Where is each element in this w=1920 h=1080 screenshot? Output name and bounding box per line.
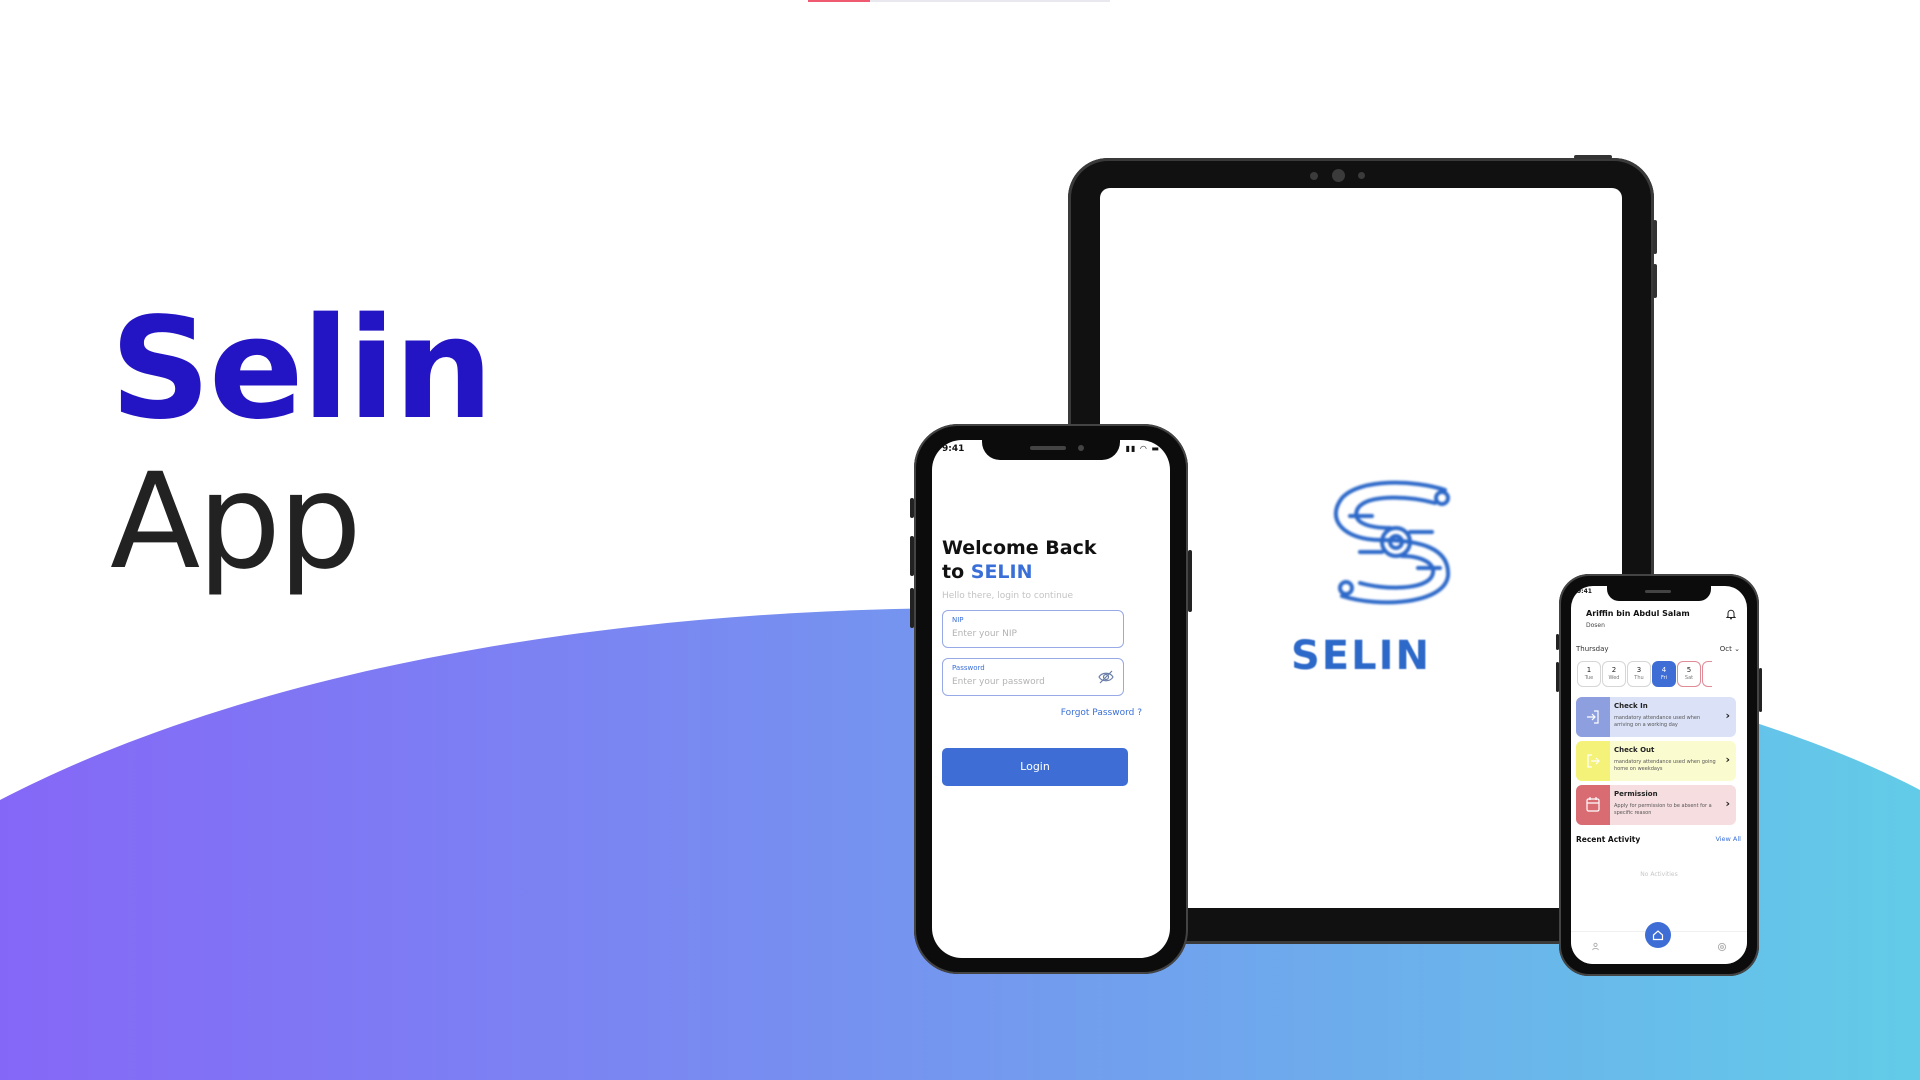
hero-subtitle: App <box>110 445 362 599</box>
dashboard-phone-mockup: 9:41 Ariffin bin Abdul Salam Dosen Thurs… <box>1556 574 1762 976</box>
check-out-card[interactable]: Check Out mandatory attendance used when… <box>1576 741 1736 781</box>
check-in-icon <box>1576 697 1610 737</box>
day-number: 2 <box>1611 666 1617 674</box>
hero: Selin App <box>110 288 493 599</box>
password-label: Password <box>952 664 985 672</box>
login-phone-mockup: 9:41 ▮▮ ◠ ▬ Welcome Back to SELIN Hello … <box>910 424 1192 974</box>
settings-icon[interactable] <box>1717 942 1727 955</box>
permission-card[interactable]: Permission Apply for permission to be ab… <box>1576 785 1736 825</box>
nip-label: NIP <box>952 616 964 624</box>
no-activities-text: No Activities <box>1640 871 1678 878</box>
tablet-camera <box>1332 169 1345 182</box>
month-dropdown[interactable]: Oct ⌄ <box>1720 645 1740 653</box>
phone-side-button <box>1759 668 1762 712</box>
day-item[interactable]: 5 Sat <box>1677 661 1701 687</box>
password-field[interactable]: Password Enter your password <box>942 658 1124 696</box>
speaker <box>1645 590 1671 593</box>
selin-s-logo-icon <box>1334 480 1451 605</box>
phone-side-button <box>910 536 914 576</box>
welcome-title: Welcome Back to SELIN <box>942 536 1097 584</box>
recent-activity-heading: Recent Activity <box>1576 835 1641 844</box>
user-role: Dosen <box>1586 622 1605 629</box>
login-screen: 9:41 ▮▮ ◠ ▬ Welcome Back to SELIN Hello … <box>932 440 1170 958</box>
day-item-partial[interactable] <box>1702 661 1712 687</box>
day-number: 4 <box>1661 666 1667 674</box>
check-in-card[interactable]: Check In mandatory attendance used when … <box>1576 697 1736 737</box>
login-subtitle: Hello there, login to continue <box>942 591 1074 601</box>
chevron-right-icon: › <box>1725 797 1730 810</box>
front-camera <box>1078 445 1084 451</box>
tablet-camera <box>1358 172 1365 179</box>
phone-notch <box>982 440 1120 460</box>
phone-side-button <box>1188 550 1192 612</box>
day-number: 3 <box>1636 666 1642 674</box>
nip-placeholder: Enter your NIP <box>952 629 1017 639</box>
status-time: 9:41 <box>942 444 965 454</box>
phone-side-button <box>1556 662 1559 692</box>
speaker <box>1030 446 1066 450</box>
day-weekday: Thu <box>1634 675 1644 681</box>
day-item[interactable]: 3 Thu <box>1627 661 1651 687</box>
tablet-camera <box>1310 172 1318 180</box>
status-icons: ▮▮ ◠ ▬ <box>1125 444 1160 453</box>
welcome-line2: to SELIN <box>942 560 1097 584</box>
permission-desc: Apply for permission to be absent for a … <box>1614 803 1712 816</box>
day-weekday: Sat <box>1684 675 1694 681</box>
phone-side-button <box>1556 634 1559 650</box>
day-item[interactable]: 2 Wed <box>1602 661 1626 687</box>
tablet-top-button <box>1574 155 1612 159</box>
user-icon[interactable] <box>1591 942 1600 954</box>
check-out-title: Check Out <box>1614 746 1655 754</box>
day-number: 5 <box>1686 666 1692 674</box>
password-placeholder: Enter your password <box>952 677 1045 687</box>
phone-side-button <box>910 588 914 628</box>
day-item-selected[interactable]: 4 Fri <box>1652 661 1676 687</box>
day-item[interactable]: 1 Tue <box>1577 661 1601 687</box>
bottom-nav <box>1571 922 1747 964</box>
check-out-desc: mandatory attendance used when going hom… <box>1614 759 1716 772</box>
login-button[interactable]: Login <box>942 748 1128 786</box>
day-weekday: Tue <box>1584 675 1594 681</box>
check-in-desc: mandatory attendance used when arriving … <box>1614 715 1701 728</box>
calendar-icon <box>1576 785 1610 825</box>
bell-icon[interactable] <box>1725 608 1737 620</box>
phone-notch <box>1607 586 1711 601</box>
view-all-link[interactable]: View All <box>1715 835 1741 843</box>
home-icon <box>1652 930 1664 941</box>
tablet-side-button <box>1653 264 1657 298</box>
hero-title: Selin <box>110 288 493 451</box>
tablet-side-button <box>1653 220 1657 254</box>
permission-title: Permission <box>1614 790 1658 798</box>
forgot-password-link[interactable]: Forgot Password ? <box>1061 708 1142 718</box>
user-name: Ariffin bin Abdul Salam <box>1586 609 1690 618</box>
phone-side-button <box>910 498 914 518</box>
day-picker: 1 Tue 2 Wed 3 Thu 4 Fri 5 Sat <box>1577 661 1747 689</box>
chevron-right-icon: › <box>1725 753 1730 766</box>
check-in-title: Check In <box>1614 702 1648 710</box>
welcome-line1: Welcome Back <box>942 537 1097 559</box>
day-weekday: Fri <box>1661 675 1667 681</box>
nip-field[interactable]: NIP Enter your NIP <box>942 610 1124 648</box>
eye-off-icon[interactable] <box>1098 669 1114 685</box>
home-button[interactable] <box>1645 922 1671 948</box>
day-weekday: Wed <box>1608 675 1620 681</box>
weekday-label: Thursday <box>1576 645 1609 653</box>
chevron-right-icon: › <box>1725 709 1730 722</box>
dashboard-screen: 9:41 Ariffin bin Abdul Salam Dosen Thurs… <box>1571 586 1747 964</box>
check-out-icon <box>1576 741 1610 781</box>
welcome-to: to <box>942 561 971 583</box>
status-time: 9:41 <box>1577 588 1592 595</box>
welcome-brand: SELIN <box>970 561 1033 583</box>
day-number: 1 <box>1586 666 1592 674</box>
